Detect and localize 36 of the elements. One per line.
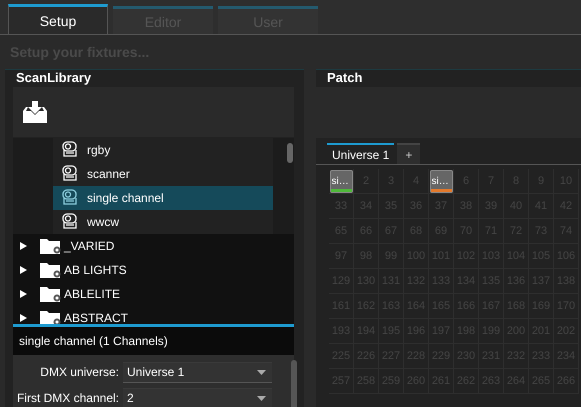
caret-icon xyxy=(257,396,266,400)
dropdown[interactable]: 2 xyxy=(123,388,272,407)
import-icon[interactable] xyxy=(23,101,47,123)
panel-title: ScanLibrary xyxy=(15,70,92,87)
expand-arrow-icon[interactable] xyxy=(20,314,27,322)
scrollbar-thumb[interactable] xyxy=(291,360,297,407)
folder-item[interactable]: ABSTRACT xyxy=(64,311,128,324)
expand-arrow-icon[interactable] xyxy=(20,266,27,274)
field-label: DMX universe: xyxy=(39,365,120,379)
fixture-icon xyxy=(61,189,79,207)
fixture-item[interactable]: single channel xyxy=(53,186,273,210)
folder-icon xyxy=(40,238,62,254)
fixture-item[interactable]: rgby xyxy=(53,138,273,162)
scrollbar-thumb[interactable] xyxy=(287,143,293,163)
folder-icon xyxy=(40,262,62,278)
tab[interactable]: Setup xyxy=(8,4,108,34)
folder-item[interactable]: _VARIED xyxy=(64,239,114,253)
caret-icon xyxy=(257,370,266,374)
expand-arrow-icon[interactable] xyxy=(20,290,27,298)
field-label: First DMX channel: xyxy=(16,391,120,405)
folder-icon xyxy=(40,286,62,302)
folder-item[interactable]: AB LIGHTS xyxy=(64,263,127,277)
fixture-icon xyxy=(61,213,79,231)
panel-title: Patch xyxy=(326,70,364,87)
fixture-item[interactable]: wwcw xyxy=(53,210,273,234)
patched-fixture[interactable]: si… xyxy=(430,170,452,192)
expand-arrow-icon[interactable] xyxy=(20,242,27,250)
patched-fixture[interactable]: si… xyxy=(330,170,352,192)
dropdown[interactable]: Universe 1 xyxy=(123,362,272,382)
universe-tab[interactable]: + xyxy=(397,143,420,164)
folder-icon xyxy=(40,310,62,324)
fixture-icon xyxy=(61,165,79,183)
folder-item[interactable]: ABLELITE xyxy=(64,287,120,301)
fixture-info: single channel (1 Channels) xyxy=(13,324,294,355)
fixture-item[interactable]: scanner xyxy=(53,162,273,186)
fixture-icon xyxy=(61,141,79,159)
